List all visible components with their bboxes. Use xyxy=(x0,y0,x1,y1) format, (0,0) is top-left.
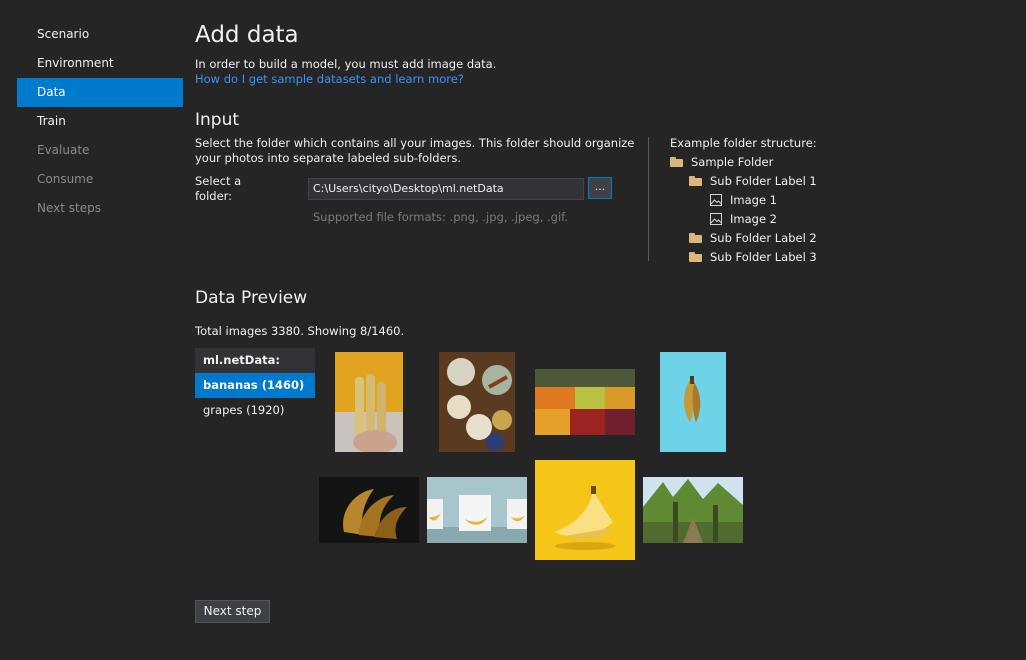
nav-item-consume: Consume xyxy=(37,172,94,186)
image-icon xyxy=(710,194,722,206)
tree-item-sub-folder-1: Sub Folder Label 1 xyxy=(689,173,817,189)
nav-item-train[interactable]: Train xyxy=(17,107,183,136)
image-thumbnail[interactable] xyxy=(535,369,635,435)
image-thumbnail[interactable] xyxy=(535,460,635,560)
sample-datasets-link[interactable]: How do I get sample datasets and learn m… xyxy=(195,72,464,86)
image-thumbnail[interactable] xyxy=(335,352,403,452)
page-title: Add data xyxy=(195,22,299,48)
tree-item-image-2: Image 2 xyxy=(710,211,777,227)
image-thumbnail[interactable] xyxy=(660,352,726,452)
divider xyxy=(648,137,649,261)
select-folder-label: Select a folder: xyxy=(195,174,242,203)
example-structure-title: Example folder structure: xyxy=(670,136,817,150)
nav-item-scenario[interactable]: Scenario xyxy=(17,20,183,49)
image-thumbnail[interactable] xyxy=(439,352,515,452)
tree-item-label: Sub Folder Label 2 xyxy=(710,231,817,245)
folder-icon xyxy=(689,252,702,262)
nav-item-environment[interactable]: Environment xyxy=(17,49,183,78)
tree-item-label: Sub Folder Label 1 xyxy=(710,174,817,188)
folder-path-input[interactable]: C:\Users\cityo\Desktop\ml.netData xyxy=(308,178,584,200)
tree-item-label: Image 2 xyxy=(730,212,777,226)
label-list-item-bananas[interactable]: bananas (1460) xyxy=(195,373,315,398)
label-list: ml.netData: bananas (1460) grapes (1920) xyxy=(195,348,315,423)
nav-item-evaluate: Evaluate xyxy=(37,143,90,157)
input-heading: Input xyxy=(195,110,240,130)
tree-item-label: Sub Folder Label 3 xyxy=(710,250,817,264)
image-thumbnail[interactable] xyxy=(427,477,527,543)
wizard-nav: Scenario Environment Data Train Evaluate… xyxy=(17,20,183,223)
label-list-header: ml.netData: xyxy=(195,348,315,373)
image-thumbnail[interactable] xyxy=(643,477,743,543)
nav-item-data[interactable]: Data xyxy=(17,78,183,107)
browse-button[interactable]: ... xyxy=(588,177,612,199)
folder-icon xyxy=(689,233,702,243)
tree-item-sub-folder-3: Sub Folder Label 3 xyxy=(689,249,817,265)
folder-icon xyxy=(689,176,702,186)
tree-item-sample-folder: Sample Folder xyxy=(670,154,773,170)
data-preview-heading: Data Preview xyxy=(195,288,308,308)
supported-formats-text: Supported file formats: .png, .jpg, .jpe… xyxy=(313,210,569,224)
tree-item-label: Sample Folder xyxy=(691,155,774,169)
input-description: Select the folder which contains all you… xyxy=(195,136,635,165)
folder-icon xyxy=(670,157,683,167)
preview-total-text: Total images 3380. Showing 8/1460. xyxy=(195,324,405,338)
image-thumbnail[interactable] xyxy=(319,477,419,543)
tree-item-sub-folder-2: Sub Folder Label 2 xyxy=(689,230,817,246)
image-icon xyxy=(710,213,722,225)
next-step-button[interactable]: Next step xyxy=(195,600,270,623)
tree-item-label: Image 1 xyxy=(730,193,777,207)
label-list-item-grapes[interactable]: grapes (1920) xyxy=(195,398,315,423)
tree-item-image-1: Image 1 xyxy=(710,192,777,208)
nav-item-next-steps: Next steps xyxy=(37,201,101,215)
page-intro: In order to build a model, you must add … xyxy=(195,57,497,71)
